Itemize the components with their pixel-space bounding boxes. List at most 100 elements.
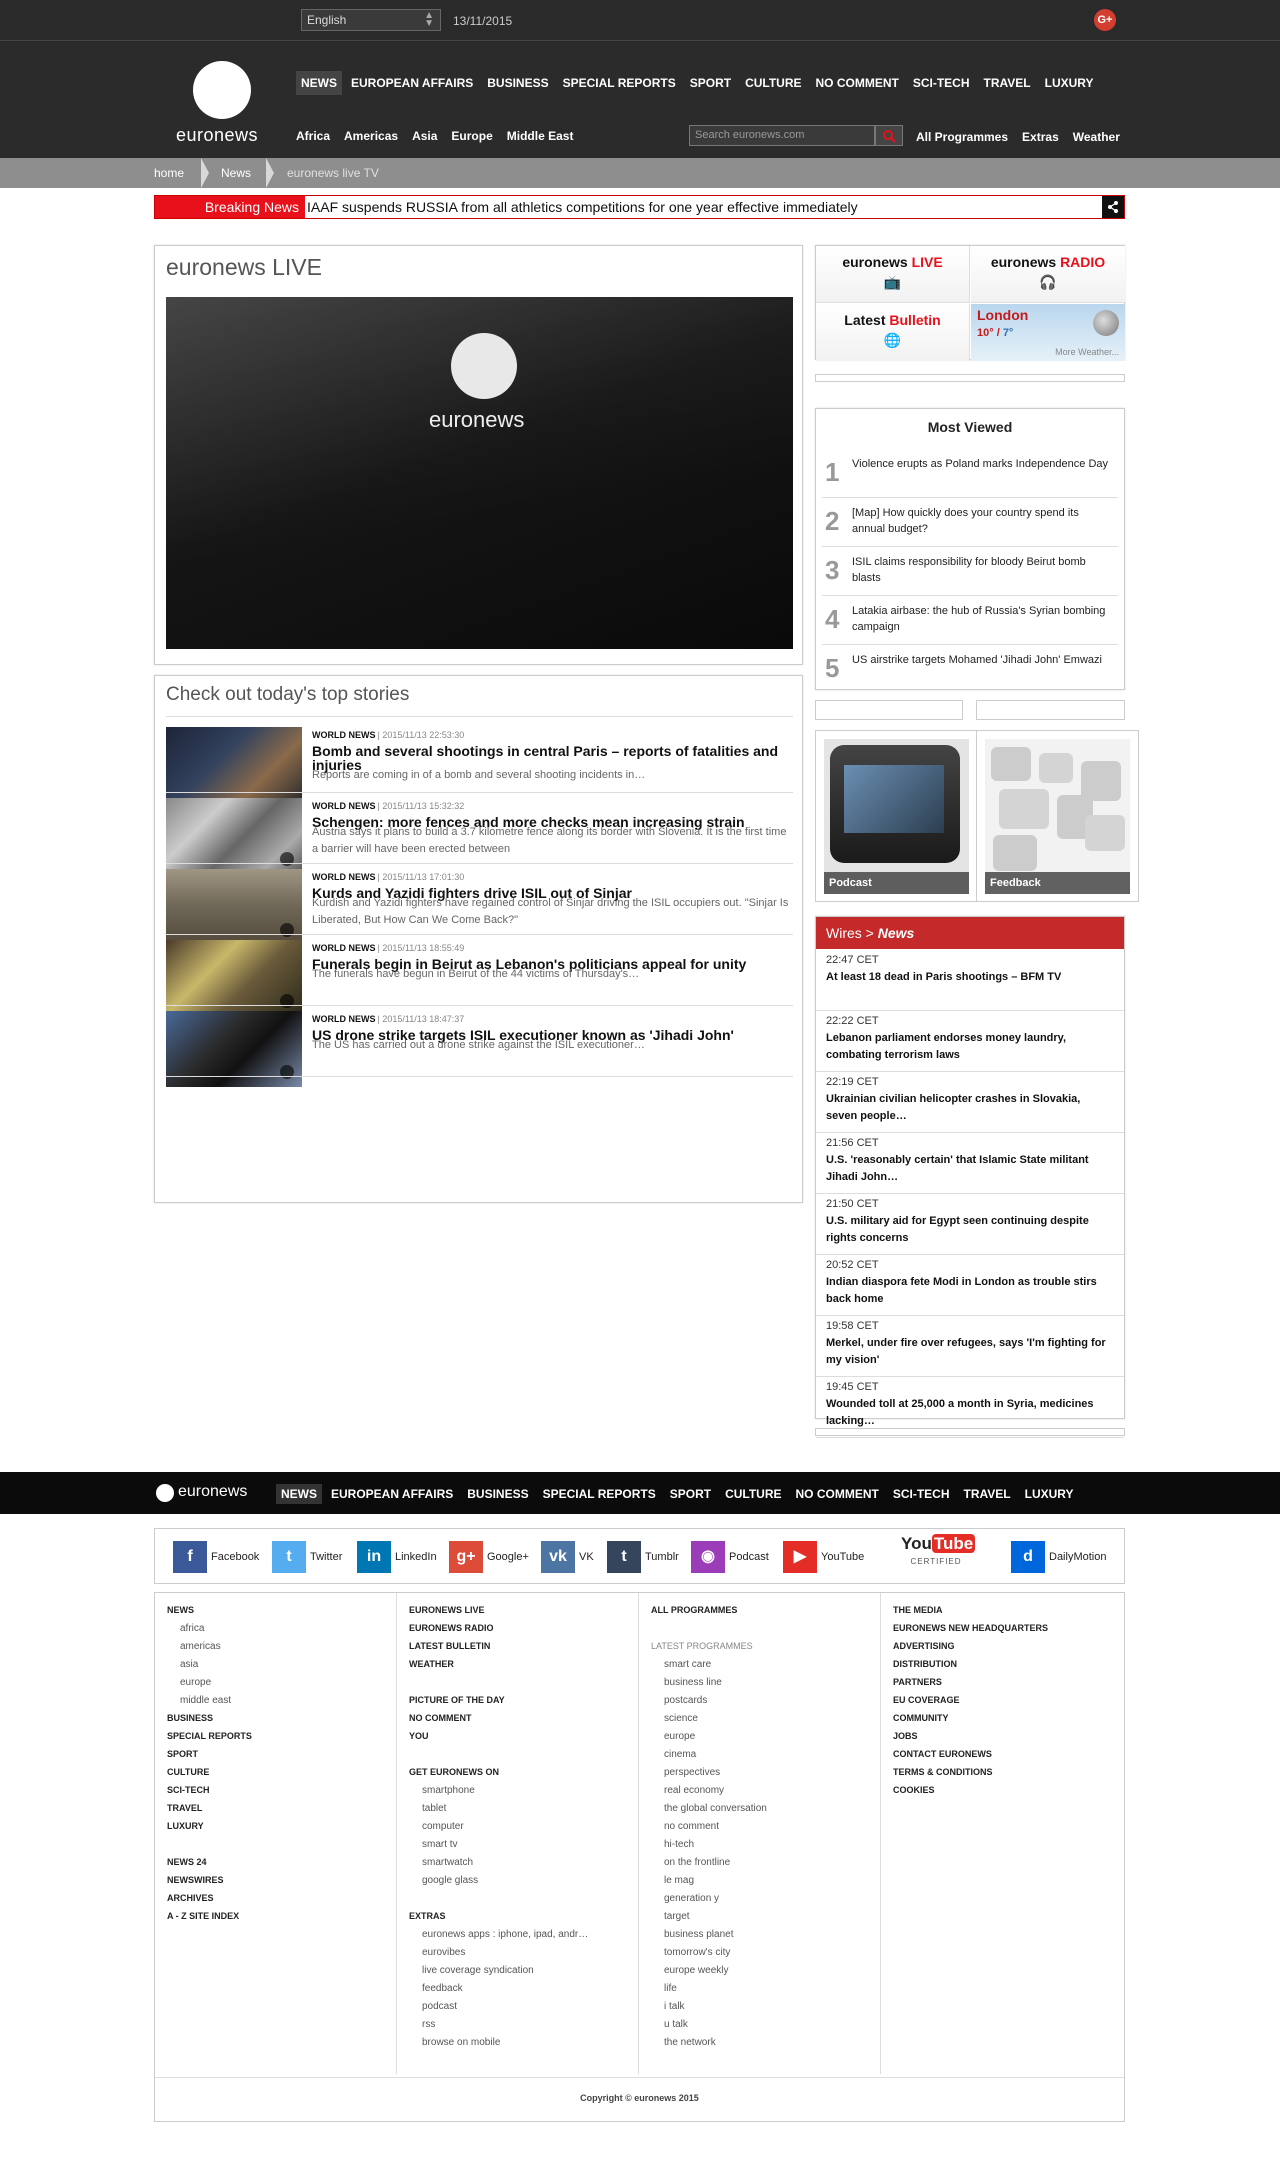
sitemap-link[interactable]: africa xyxy=(180,1623,204,1634)
most-viewed-title-link[interactable]: Latakia airbase: the hub of Russia's Syr… xyxy=(852,603,1114,635)
sitemap-link[interactable]: business planet xyxy=(664,1929,734,1940)
wire-item[interactable]: 22:22 CET Lebanon parliament endorses mon… xyxy=(816,1011,1124,1072)
sitemap-link[interactable]: science xyxy=(664,1713,698,1724)
sitemap-link[interactable]: tomorrow's city xyxy=(664,1947,730,1958)
sitemap-link[interactable]: COOKIES xyxy=(893,1785,935,1795)
sitemap-link[interactable]: NEWS 24 xyxy=(167,1857,207,1867)
social-twitter[interactable]: t Twitter xyxy=(272,1541,342,1573)
most-viewed-title-link[interactable]: ISIL claims responsibility for bloody Be… xyxy=(852,554,1114,586)
latest-bulletin-link[interactable]: Latest Bulletin 🌐 xyxy=(816,304,970,361)
wire-item[interactable]: 21:50 CET U.S. military aid for Egypt see… xyxy=(816,1194,1124,1255)
sitemap-link[interactable]: PICTURE OF THE DAY xyxy=(409,1695,505,1705)
sitemap-link[interactable]: PARTNERS xyxy=(893,1677,942,1687)
wire-title[interactable]: Indian diaspora fete Modi in London as t… xyxy=(826,1274,1114,1308)
footnav-item-special-reports[interactable]: SPECIAL REPORTS xyxy=(538,1484,661,1504)
sitemap-link[interactable]: euronews apps : iphone, ipad, andr… xyxy=(422,1929,588,1940)
sitemap-link[interactable]: YOU xyxy=(409,1731,429,1741)
wires-header[interactable]: Wires > News xyxy=(816,917,1124,949)
sitemap-link[interactable]: americas xyxy=(180,1641,221,1652)
sitemap-link[interactable]: rss xyxy=(422,2019,435,2030)
sitemap-link[interactable]: business line xyxy=(664,1677,722,1688)
social-vk[interactable]: vk VK xyxy=(541,1541,594,1573)
sitemap-link[interactable]: GET EURONEWS ON xyxy=(409,1767,499,1777)
social-linkedin[interactable]: in LinkedIn xyxy=(357,1541,437,1573)
mainnav-item-european-affairs[interactable]: EUROPEAN AFFAIRS xyxy=(346,71,478,95)
wire-title[interactable]: Merkel, under fire over refugees, says '… xyxy=(826,1335,1114,1369)
sitemap-link[interactable]: NEWS xyxy=(167,1605,194,1615)
wire-item[interactable]: 21:56 CET U.S. 'reasonably certain' that … xyxy=(816,1133,1124,1194)
sitemap-link[interactable]: LATEST BULLETIN xyxy=(409,1641,490,1651)
sitemap-link[interactable]: europe xyxy=(664,1731,695,1742)
sitemap-link[interactable]: COMMUNITY xyxy=(893,1713,949,1723)
sitemap-link[interactable]: EXTRAS xyxy=(409,1911,446,1921)
mainnav-item-culture[interactable]: CULTURE xyxy=(740,71,806,95)
sitemap-link[interactable]: DISTRIBUTION xyxy=(893,1659,957,1669)
sitemap-link[interactable]: EURONEWS LIVE xyxy=(409,1605,485,1615)
sitemap-link[interactable]: LUXURY xyxy=(167,1821,204,1831)
sitemap-link[interactable]: life xyxy=(664,1983,677,1994)
wire-item[interactable]: 22:19 CET Ukrainian civilian helicopter c… xyxy=(816,1072,1124,1133)
footer-logo-text[interactable]: euronews xyxy=(178,1483,247,1501)
rightnav-item-weather[interactable]: Weather xyxy=(1073,130,1120,144)
sitemap-link[interactable]: target xyxy=(664,1911,690,1922)
sitemap-link[interactable]: i talk xyxy=(664,2001,685,2012)
footnav-item-business[interactable]: BUSINESS xyxy=(462,1484,533,1504)
weather-widget[interactable]: London 10° / 7° More Weather... xyxy=(971,304,1125,361)
euronews-live-link[interactable]: euronews LIVE 📺 xyxy=(816,246,970,303)
sitemap-link[interactable]: feedback xyxy=(422,1983,463,1994)
sitemap-link[interactable]: u talk xyxy=(664,2019,688,2030)
sitemap-link[interactable]: generation y xyxy=(664,1893,719,1904)
sitemap-link[interactable]: google glass xyxy=(422,1875,478,1886)
sitemap-link[interactable]: CONTACT EURONEWS xyxy=(893,1749,992,1759)
sitemap-link[interactable]: computer xyxy=(422,1821,464,1832)
sitemap-link[interactable]: the global conversation xyxy=(664,1803,767,1814)
subnav-item-middle-east[interactable]: Middle East xyxy=(507,129,574,143)
more-weather-link[interactable]: More Weather... xyxy=(1055,347,1119,357)
sitemap-link[interactable]: ARCHIVES xyxy=(167,1893,214,1903)
most-viewed-title-link[interactable]: Violence erupts as Poland marks Independ… xyxy=(852,456,1114,472)
google-plus-icon[interactable]: G+ xyxy=(1094,9,1116,31)
social-tumblr[interactable]: t Tumblr xyxy=(607,1541,679,1573)
wire-title[interactable]: U.S. military aid for Egypt seen continu… xyxy=(826,1213,1114,1247)
sitemap-link[interactable]: smart tv xyxy=(422,1839,458,1850)
sitemap-link[interactable]: TRAVEL xyxy=(167,1803,202,1813)
story-item[interactable]: WORLD NEWS | 2015/11/13 17:01:30 Kurds and… xyxy=(166,864,793,945)
footnav-item-luxury[interactable]: LUXURY xyxy=(1020,1484,1079,1504)
sitemap-link[interactable]: BUSINESS xyxy=(167,1713,213,1723)
social-youtube[interactable]: ▶ YouTube xyxy=(783,1541,864,1573)
sitemap-link[interactable]: le mag xyxy=(664,1875,694,1886)
footnav-item-travel[interactable]: TRAVEL xyxy=(959,1484,1016,1504)
wire-item[interactable]: 22:47 CET At least 18 dead in Paris shoot… xyxy=(816,950,1124,1011)
mainnav-item-news[interactable]: NEWS xyxy=(296,71,342,95)
footnav-item-sport[interactable]: SPORT xyxy=(665,1484,716,1504)
rightnav-item-extras[interactable]: Extras xyxy=(1022,130,1059,144)
most-viewed-title-link[interactable]: [Map] How quickly does your country spen… xyxy=(852,505,1114,537)
sitemap-link[interactable]: smartphone xyxy=(422,1785,475,1796)
sitemap-link[interactable]: no comment xyxy=(664,1821,719,1832)
language-select[interactable]: English ▲ ▼ xyxy=(301,9,441,31)
sitemap-link[interactable]: tablet xyxy=(422,1803,446,1814)
sitemap-link[interactable]: NEWSWIRES xyxy=(167,1875,224,1885)
sitemap-link[interactable]: THE MEDIA xyxy=(893,1605,943,1615)
most-viewed-title-link[interactable]: US airstrike targets Mohamed 'Jihadi Joh… xyxy=(852,652,1114,668)
wire-title[interactable]: U.S. 'reasonably certain' that Islamic S… xyxy=(826,1152,1114,1186)
breaking-news-text[interactable]: IAAF suspends RUSSIA from all athletics … xyxy=(307,196,858,218)
mainnav-item-no-comment[interactable]: NO COMMENT xyxy=(811,71,904,95)
search-input[interactable]: Search euronews.com xyxy=(689,125,875,146)
sitemap-link[interactable]: browse on mobile xyxy=(422,2037,500,2048)
mainnav-item-sport[interactable]: SPORT xyxy=(685,71,736,95)
sitemap-link[interactable]: live coverage syndication xyxy=(422,1965,534,1976)
wire-title[interactable]: Ukrainian civilian helicopter crashes in… xyxy=(826,1091,1114,1125)
mainnav-item-luxury[interactable]: LUXURY xyxy=(1040,71,1099,95)
sitemap-link[interactable]: hi-tech xyxy=(664,1839,694,1850)
subnav-item-americas[interactable]: Americas xyxy=(344,129,398,143)
wire-title[interactable]: At least 18 dead in Paris shootings – BF… xyxy=(826,969,1114,986)
footnav-item-news[interactable]: NEWS xyxy=(276,1484,322,1504)
wire-item[interactable]: 20:52 CET Indian diaspora fete Modi in Lo… xyxy=(816,1255,1124,1316)
story-item[interactable]: WORLD NEWS | 2015/11/13 22:53:30 Bomb and … xyxy=(166,722,793,803)
sitemap-link[interactable]: SPORT xyxy=(167,1749,198,1759)
sitemap-link[interactable]: NO COMMENT xyxy=(409,1713,472,1723)
feedback-promo[interactable]: Feedback xyxy=(976,730,1139,902)
podcast-promo[interactable]: Podcast xyxy=(815,730,978,902)
sitemap-link[interactable]: postcards xyxy=(664,1695,707,1706)
